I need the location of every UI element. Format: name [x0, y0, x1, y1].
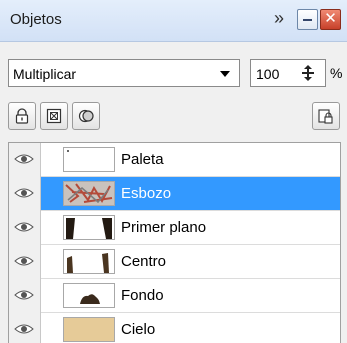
layer-name: Primer plano — [121, 219, 207, 236]
lock-button[interactable] — [8, 102, 36, 130]
opacity-unit: % — [330, 65, 343, 81]
panel-title-bar: Objetos » ✕ — [0, 0, 347, 42]
layer-merge-button[interactable] — [72, 102, 100, 130]
layer-row-primer-plano[interactable]: Primer plano — [9, 211, 340, 245]
visibility-toggle[interactable] — [9, 211, 41, 245]
visibility-toggle[interactable] — [9, 313, 41, 343]
layers-list: Paleta Esbozo Primer plano Centro Fondo … — [8, 142, 341, 343]
layer-name: Esbozo — [121, 185, 172, 202]
eye-icon — [14, 188, 34, 198]
layer-row-centro[interactable]: Centro — [9, 245, 340, 279]
panel-title: Objetos — [10, 11, 62, 28]
visibility-toggle[interactable] — [9, 279, 41, 313]
mask-button[interactable] — [40, 102, 68, 130]
eye-icon — [14, 324, 34, 334]
opacity-value: 100 — [256, 66, 280, 82]
stepper-icon[interactable] — [301, 65, 315, 81]
visibility-toggle[interactable] — [9, 143, 41, 177]
panel-menu-chevron-icon[interactable]: » — [274, 8, 284, 29]
eye-icon — [14, 154, 34, 164]
blend-mode-value: Multiplicar — [13, 66, 77, 82]
layer-merge-icon — [78, 109, 94, 123]
blend-mode-dropdown[interactable]: Multiplicar — [8, 59, 240, 87]
layer-row-fondo[interactable]: Fondo — [9, 279, 340, 313]
opacity-input[interactable]: 100 — [250, 59, 326, 87]
layer-name: Fondo — [121, 287, 164, 304]
mask-icon — [46, 108, 62, 124]
close-button[interactable]: ✕ — [320, 9, 341, 30]
lock-icon — [15, 108, 29, 124]
chevron-down-icon[interactable] — [220, 71, 230, 77]
layer-name: Paleta — [121, 151, 164, 168]
minimize-button[interactable] — [297, 9, 318, 30]
layer-thumbnail — [63, 147, 115, 172]
eye-icon — [14, 256, 34, 266]
layer-thumbnail — [63, 181, 115, 206]
layer-name: Centro — [121, 253, 167, 270]
visibility-toggle[interactable] — [9, 177, 41, 211]
lock-layer-icon — [318, 109, 333, 124]
eye-icon — [14, 290, 34, 300]
layer-row-paleta[interactable]: Paleta — [9, 143, 340, 177]
layer-thumbnail — [63, 249, 115, 274]
visibility-toggle[interactable] — [9, 245, 41, 279]
lock-layer-button[interactable] — [312, 102, 340, 130]
layer-name: Cielo — [121, 321, 156, 338]
layer-row-cielo[interactable]: Cielo — [9, 313, 340, 343]
eye-icon — [14, 222, 34, 232]
layer-thumbnail — [63, 283, 115, 308]
layer-thumbnail — [63, 215, 115, 240]
objects-panel: Objetos » ✕ Multiplicar 100 % Paleta Esb… — [0, 0, 347, 343]
layer-row-esbozo[interactable]: Esbozo — [9, 177, 340, 211]
layer-thumbnail — [63, 317, 115, 342]
